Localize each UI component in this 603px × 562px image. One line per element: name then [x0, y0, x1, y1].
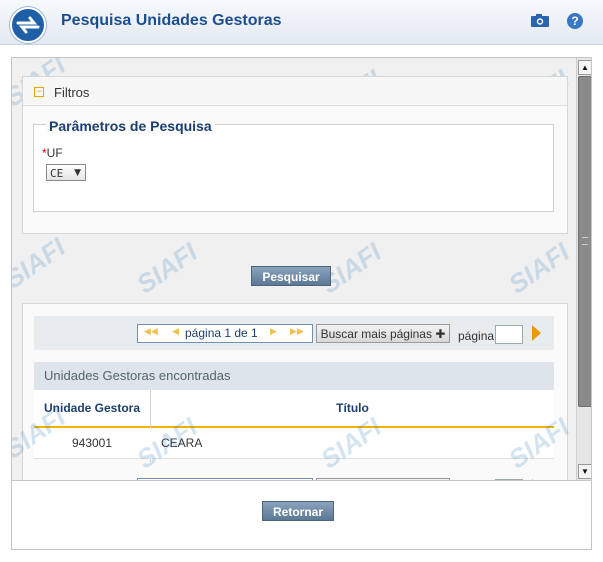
scrollbar-thumb[interactable] — [578, 76, 591, 407]
uf-label: *UF — [42, 146, 63, 160]
search-button[interactable]: Pesquisar — [251, 266, 331, 286]
table-row[interactable]: 943001 CEARA — [34, 428, 554, 459]
footer-bar: Retornar — [11, 480, 592, 550]
collapse-icon[interactable]: − — [34, 87, 44, 97]
go-arrow-icon[interactable] — [532, 325, 541, 341]
return-button[interactable]: Retornar — [262, 501, 334, 521]
watermark: SIAFI — [131, 236, 203, 300]
help-icon[interactable]: ? — [567, 13, 583, 29]
column-header-unit[interactable]: Unidade Gestora — [34, 390, 150, 426]
vertical-scrollbar[interactable]: ▲ ▼ — [576, 58, 591, 480]
scroll-up-icon[interactable]: ▲ — [578, 60, 591, 75]
scroll-down-icon[interactable]: ▼ — [578, 464, 591, 479]
page-input[interactable] — [495, 325, 523, 344]
camera-icon[interactable] — [531, 14, 549, 27]
dropdown-arrow-icon: ▼ — [74, 168, 81, 178]
column-header-title[interactable]: Título — [151, 390, 554, 426]
pager-top: ◀◀ ◀ página 1 de 1 ▶ ▶▶ Buscar mais pági… — [34, 316, 554, 350]
last-page-icon[interactable]: ▶▶ — [290, 326, 304, 337]
uf-select[interactable]: CE ▼ — [46, 164, 86, 181]
cell-title: CEARA — [161, 436, 203, 450]
page-title: Pesquisa Unidades Gestoras — [61, 12, 282, 29]
page-input-label: página — [458, 329, 495, 343]
grip-icon — [582, 237, 588, 245]
search-params-fieldset — [33, 124, 554, 212]
uf-selected-value: CE — [50, 167, 64, 180]
uf-label-text: UF — [46, 146, 63, 160]
plus-icon: ✚ — [435, 327, 446, 341]
next-page-icon[interactable]: ▶ — [270, 326, 277, 337]
watermark: SIAFI — [503, 236, 575, 300]
pager-bottom — [34, 470, 554, 480]
table-title: Unidades Gestoras encontradas — [34, 362, 554, 390]
table-header: Unidade Gestora Título — [34, 390, 554, 462]
more-pages-button[interactable]: Buscar mais páginas ✚ — [316, 324, 450, 343]
filters-label: Filtros — [54, 85, 90, 100]
filters-header[interactable]: − Filtros — [23, 77, 567, 106]
watermark: SIAFI — [12, 231, 71, 295]
logo-arrow-icon — [16, 16, 40, 34]
prev-page-icon[interactable]: ◀ — [172, 326, 179, 337]
page-status: página 1 de 1 — [185, 326, 258, 340]
results-panel: ◀◀ ◀ página 1 de 1 ▶ ▶▶ Buscar mais pági… — [22, 303, 568, 480]
cell-unit-code: 943001 — [71, 436, 113, 450]
scroll-area: SIAFI SIAFI SIAFI SIAFI SIAFI SIAFI SIAF… — [12, 58, 576, 480]
page-navigator: ◀◀ ◀ página 1 de 1 ▶ ▶▶ — [137, 324, 313, 343]
siafi-logo — [10, 7, 46, 43]
search-params-legend: Parâmetros de Pesquisa — [46, 118, 215, 134]
content-frame: SIAFI SIAFI SIAFI SIAFI SIAFI SIAFI SIAF… — [11, 57, 592, 481]
more-pages-label: Buscar mais páginas — [320, 327, 432, 341]
header-bar: Pesquisa Unidades Gestoras ? — [0, 0, 603, 45]
first-page-icon[interactable]: ◀◀ — [144, 326, 158, 337]
